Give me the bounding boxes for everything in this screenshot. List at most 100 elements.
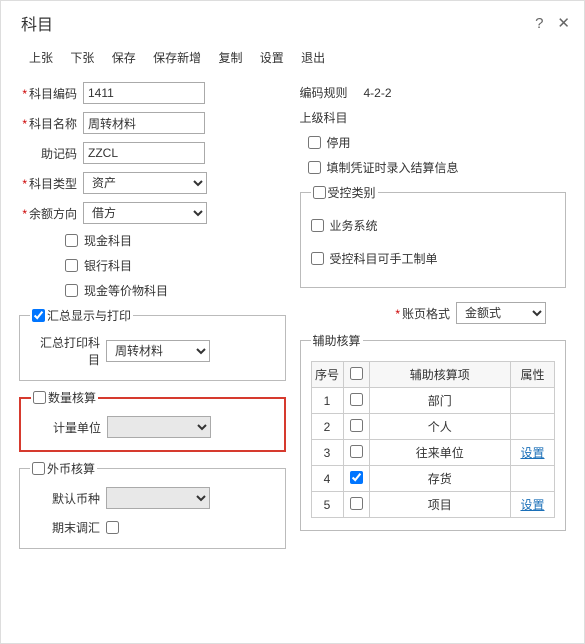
sum-print-group: 汇总显示与打印 汇总打印科目周转材料	[19, 307, 286, 381]
format-label: 账页格式	[392, 305, 450, 322]
disable-checkbox[interactable]	[308, 136, 321, 149]
toolbar: 上张 下张 保存 保存新增 复制 设置 退出	[1, 43, 584, 82]
equiv-label: 现金等价物科目	[84, 282, 168, 299]
type-select[interactable]: 资产	[83, 172, 207, 194]
manual-checkbox[interactable]	[311, 252, 324, 265]
cell-attr	[511, 466, 555, 492]
th-attr: 属性	[511, 362, 555, 388]
code-label: 科目编码	[19, 85, 77, 102]
code-input[interactable]	[83, 82, 205, 104]
table-row: 2 个人	[311, 414, 555, 440]
table-row: 5 项目 设置	[311, 492, 555, 518]
cell-chk	[343, 466, 369, 492]
aux-title: 辅助核算	[313, 332, 361, 349]
dir-label: 余额方向	[19, 205, 77, 222]
rule-label: 编码规则	[300, 84, 356, 101]
cell-attr[interactable]: 设置	[511, 492, 555, 518]
name-input[interactable]	[83, 112, 205, 134]
dialog-title: 科目	[21, 11, 53, 35]
row-checkbox[interactable]	[350, 471, 363, 484]
default-cur-select[interactable]	[106, 487, 210, 509]
aux-table: 序号 辅助核算项 属性 1 部门 2 个人 3 往来单位 设置4 存货 5 项目…	[311, 361, 556, 518]
mnemonic-input[interactable]	[83, 142, 205, 164]
exit-button[interactable]: 退出	[301, 51, 325, 65]
cell-idx: 3	[311, 440, 343, 466]
voucher-label: 填制凭证时录入结算信息	[327, 159, 459, 176]
bank-label: 银行科目	[84, 257, 132, 274]
row-checkbox[interactable]	[350, 445, 363, 458]
mnemonic-label: 助记码	[19, 145, 77, 162]
attr-link[interactable]: 设置	[520, 446, 544, 460]
biz-checkbox[interactable]	[311, 219, 324, 232]
fx-title: 外币核算	[47, 460, 95, 477]
table-row: 3 往来单位 设置	[311, 440, 555, 466]
equiv-checkbox[interactable]	[65, 284, 78, 297]
th-checkbox[interactable]	[350, 367, 363, 380]
cell-item: 存货	[369, 466, 511, 492]
qty-title: 数量核算	[48, 389, 96, 406]
voucher-checkbox[interactable]	[308, 161, 321, 174]
cell-chk	[343, 492, 369, 518]
cell-idx: 5	[311, 492, 343, 518]
ctrl-title: 受控类别	[328, 184, 376, 201]
sum-print-label: 汇总打印科目	[30, 334, 100, 368]
th-chk	[343, 362, 369, 388]
table-row: 1 部门	[311, 388, 555, 414]
format-select[interactable]: 金额式	[456, 302, 546, 324]
row-checkbox[interactable]	[350, 419, 363, 432]
cell-idx: 2	[311, 414, 343, 440]
row-checkbox[interactable]	[350, 393, 363, 406]
th-idx: 序号	[311, 362, 343, 388]
qty-checkbox[interactable]	[33, 391, 46, 404]
cell-item: 往来单位	[369, 440, 511, 466]
cell-chk	[343, 440, 369, 466]
cell-attr	[511, 414, 555, 440]
ctrl-group: 受控类别 业务系统 受控科目可手工制单	[300, 184, 567, 288]
manual-label: 受控科目可手工制单	[330, 250, 438, 267]
close-icon[interactable]: ✕	[557, 14, 570, 32]
save-new-button[interactable]: 保存新增	[153, 51, 201, 65]
disable-label: 停用	[327, 134, 351, 151]
biz-label: 业务系统	[330, 217, 378, 234]
cell-item: 项目	[369, 492, 511, 518]
settings-button[interactable]: 设置	[260, 51, 284, 65]
row-checkbox[interactable]	[350, 497, 363, 510]
cash-label: 现金科目	[84, 232, 132, 249]
sum-print-checkbox[interactable]	[32, 309, 45, 322]
save-button[interactable]: 保存	[112, 51, 136, 65]
cell-idx: 4	[311, 466, 343, 492]
default-cur-label: 默认币种	[30, 490, 100, 507]
attr-link[interactable]: 设置	[520, 498, 544, 512]
cell-idx: 1	[311, 388, 343, 414]
prev-button[interactable]: 上张	[29, 51, 53, 65]
qty-group: 数量核算 计量单位	[19, 389, 286, 452]
aux-group: 辅助核算 序号 辅助核算项 属性 1 部门 2 个人 3 往来单位 设置4 存货…	[300, 332, 567, 531]
unit-select[interactable]	[107, 416, 211, 438]
rule-value: 4-2-2	[364, 86, 392, 100]
cell-attr	[511, 388, 555, 414]
cell-attr[interactable]: 设置	[511, 440, 555, 466]
ctrl-checkbox[interactable]	[313, 186, 326, 199]
sum-print-title: 汇总显示与打印	[47, 307, 131, 324]
bank-checkbox[interactable]	[65, 259, 78, 272]
endadj-label: 期末调汇	[30, 519, 100, 536]
cell-item: 个人	[369, 414, 511, 440]
sum-print-select[interactable]: 周转材料	[106, 340, 210, 362]
cell-item: 部门	[369, 388, 511, 414]
name-label: 科目名称	[19, 115, 77, 132]
cash-checkbox[interactable]	[65, 234, 78, 247]
endadj-checkbox[interactable]	[106, 521, 119, 534]
table-row: 4 存货	[311, 466, 555, 492]
dir-select[interactable]: 借方	[83, 202, 207, 224]
cell-chk	[343, 388, 369, 414]
unit-label: 计量单位	[31, 419, 101, 436]
copy-button[interactable]: 复制	[218, 51, 242, 65]
cell-chk	[343, 414, 369, 440]
fx-checkbox[interactable]	[32, 462, 45, 475]
th-item: 辅助核算项	[369, 362, 511, 388]
fx-group: 外币核算 默认币种 期末调汇	[19, 460, 286, 549]
parent-label: 上级科目	[300, 109, 356, 126]
next-button[interactable]: 下张	[70, 51, 94, 65]
type-label: 科目类型	[19, 175, 77, 192]
help-icon[interactable]: ?	[535, 15, 543, 32]
